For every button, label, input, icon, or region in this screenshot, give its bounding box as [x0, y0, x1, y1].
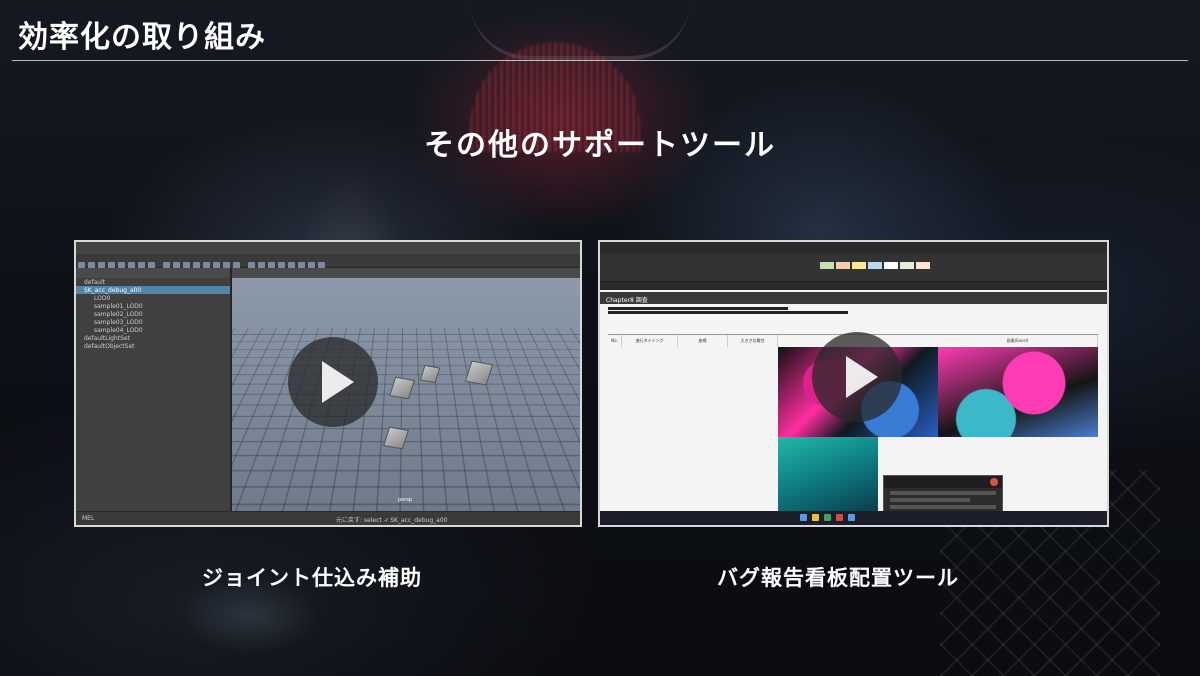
tool-dialog: [883, 475, 1003, 511]
app-titlebar: [600, 242, 1107, 254]
os-taskbar: [600, 511, 1107, 525]
play-icon[interactable]: [288, 337, 378, 427]
outliner-item: defaultLightSet: [84, 335, 130, 342]
outliner-item-selected: SK_acc_debug_a00: [76, 286, 230, 294]
table-header: 大きさの属性: [728, 335, 778, 347]
outliner-item: LOD0: [94, 295, 111, 302]
section-heading: その他のサポートツール: [424, 128, 776, 163]
title-divider: [12, 60, 1188, 61]
outliner-item: defaultObjectSet: [84, 343, 135, 350]
report-image: [938, 347, 1098, 437]
viewport-hud: [232, 278, 562, 322]
caption-bug-report-sign-placement: バグ報告看板配置ツール: [717, 566, 959, 590]
video-bug-report-sign-placement[interactable]: Chapter8 調査 No. 進行タイミング 座標 大きさの属性 画像(Exc…: [598, 240, 1109, 527]
report-image: [778, 437, 878, 511]
outliner-item: sample03_LOD0: [94, 319, 143, 326]
outliner-item: sample04_LOD0: [94, 327, 143, 334]
outliner-item: sample02_LOD0: [94, 311, 143, 318]
status-mel-label: MEL: [82, 515, 95, 522]
play-icon[interactable]: [812, 332, 902, 422]
3d-viewport: persp: [232, 268, 580, 511]
viewport-camera-label: persp: [398, 497, 413, 503]
formula-bar: [600, 282, 1107, 290]
caption-joint-setup-helper: ジョイント仕込み補助: [202, 566, 422, 590]
sheet-header: Chapter8 調査: [600, 292, 1107, 304]
table-header: 座標: [678, 335, 728, 347]
viewport-menu: [232, 268, 580, 278]
video-joint-setup-helper[interactable]: default SK_acc_debug_a00 LOD0 sample01_L…: [74, 240, 582, 527]
outliner-panel: default SK_acc_debug_a00 LOD0 sample01_L…: [76, 268, 231, 511]
app-menubar: [76, 242, 580, 254]
table-header: No.: [608, 335, 622, 347]
app-toolbar: [76, 254, 580, 269]
table-header: 進行タイミング: [622, 335, 678, 347]
sheet-notes: [608, 306, 908, 315]
viewport-grid: [232, 328, 580, 511]
app-status-line: MEL 元に戻す: select -r SK_acc_debug_a00: [76, 511, 580, 525]
status-command: 元に戻す: select -r SK_acc_debug_a00: [336, 517, 448, 524]
outliner-item: default: [84, 279, 106, 286]
outliner-item: sample01_LOD0: [94, 303, 143, 310]
app-ribbon: [600, 254, 1107, 282]
page-title: 効率化の取り組み: [18, 20, 266, 55]
outliner-header: [76, 268, 230, 278]
table-header: 画像(Excel): [938, 335, 1098, 347]
